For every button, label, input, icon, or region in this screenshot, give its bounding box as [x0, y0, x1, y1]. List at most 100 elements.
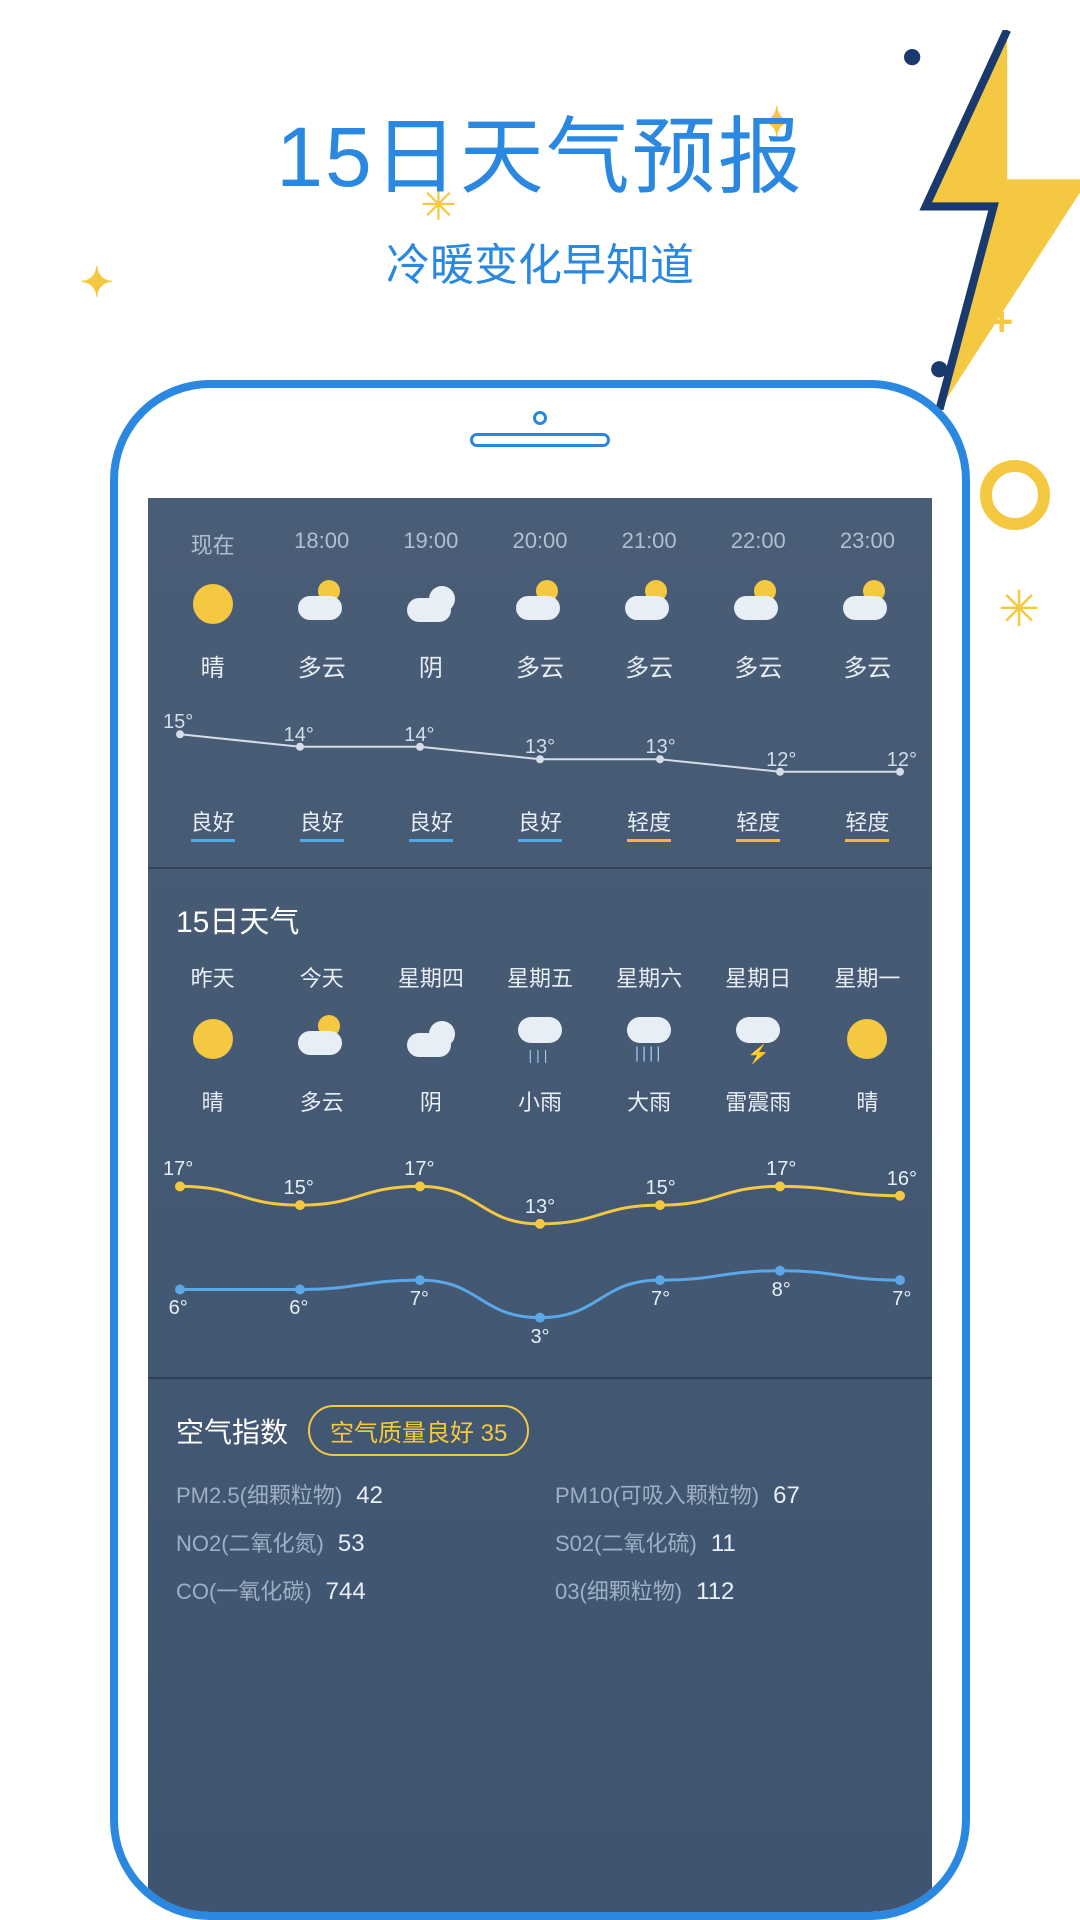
air-metric-label: CO(一氧化碳) [176, 1579, 312, 1604]
day-name: 星期四 [376, 961, 485, 993]
sunny-icon [193, 584, 233, 624]
hour-condition: 多云 [704, 648, 813, 683]
hour-time: 23:00 [813, 528, 922, 560]
hourly-forecast-section[interactable]: 现在18:0019:0020:0021:0022:0023:00 晴多云阴多云多… [148, 498, 932, 869]
day-condition: 多云 [267, 1085, 376, 1117]
day-low-label: 6° [169, 1297, 188, 1320]
air-metric-label: NO2(二氧化氮) [176, 1531, 324, 1556]
air-metric-label: 03(细颗粒物) [555, 1579, 682, 1604]
hour-aqi: 轻度 [845, 810, 889, 842]
hour-icon [376, 582, 485, 626]
plus-decoration: + [990, 300, 1030, 340]
hour-condition: 多云 [595, 648, 704, 683]
day-name: 星期一 [813, 961, 922, 993]
overcast-icon [407, 1021, 455, 1057]
promo-header: 15日天气预报 冷暖变化早知道 [0, 90, 1080, 293]
day-icon [267, 1017, 376, 1061]
day-icon [704, 1017, 813, 1061]
hour-aqi: 轻度 [627, 810, 671, 842]
air-metric-label: PM10(可吸入颗粒物) [555, 1483, 759, 1508]
phone-camera-icon [533, 411, 547, 425]
air-metric: CO(一氧化碳) 744 [176, 1574, 525, 1606]
hourly-temp-chart: 15°14°14°13°13°12°12° [148, 713, 932, 793]
air-metric: 03(细颗粒物) 112 [555, 1574, 904, 1606]
hour-temp-label: 12° [766, 749, 796, 772]
cloudy-icon [843, 588, 891, 620]
storm-icon [734, 1017, 782, 1061]
hour-aqi: 良好 [518, 810, 562, 842]
hour-condition: 晴 [158, 648, 267, 683]
air-metric-value: 112 [696, 1578, 734, 1605]
phone-speaker-icon [470, 433, 610, 447]
air-metric-value: 53 [338, 1530, 365, 1557]
day-high-label: 15° [284, 1177, 314, 1200]
day-low-label: 8° [772, 1279, 791, 1302]
page-title: 15日天气预报 [0, 90, 1080, 211]
day-condition: 晴 [158, 1085, 267, 1117]
day-low-label: 7° [410, 1288, 429, 1311]
air-metric: NO2(二氧化氮) 53 [176, 1526, 525, 1558]
air-metric: PM10(可吸入颗粒物) 67 [555, 1478, 904, 1510]
day-high-label: 16° [887, 1168, 917, 1191]
day-high-label: 15° [645, 1177, 675, 1200]
hour-icon [158, 582, 267, 626]
heavyrain-icon [625, 1017, 673, 1061]
hour-aqi: 良好 [409, 810, 453, 842]
day-low-label: 6° [289, 1297, 308, 1320]
day-condition: 雷震雨 [704, 1085, 813, 1117]
day-high-label: 13° [525, 1196, 555, 1219]
day-icon [813, 1017, 922, 1061]
day-name: 昨天 [158, 961, 267, 993]
air-quality-badge[interactable]: 空气质量良好 35 [308, 1405, 529, 1456]
hour-condition: 阴 [376, 648, 485, 683]
star-decoration: ✳ [998, 580, 1040, 638]
day-condition: 阴 [376, 1085, 485, 1117]
air-metric-value: 67 [773, 1482, 800, 1509]
hour-aqi: 轻度 [736, 810, 780, 842]
sunny-icon [193, 1019, 233, 1059]
circle-decoration [980, 460, 1050, 530]
cloudy-icon [298, 588, 346, 620]
cloudy-icon [298, 1023, 346, 1055]
day-name: 星期六 [595, 961, 704, 993]
hour-temp-label: 14° [404, 724, 434, 747]
air-metric-value: 744 [326, 1578, 366, 1605]
page-subtitle: 冷暖变化早知道 [0, 229, 1080, 293]
day-high-label: 17° [766, 1158, 796, 1181]
hour-temp-label: 15° [163, 711, 193, 734]
hour-aqi: 良好 [300, 810, 344, 842]
day-high-label: 17° [404, 1158, 434, 1181]
hour-time: 22:00 [704, 528, 813, 560]
hour-icon [485, 582, 594, 626]
day-high-label: 17° [163, 1158, 193, 1181]
day-icon [595, 1017, 704, 1061]
daily-temp-chart: 17°15°17°13°15°17°16°6°6°7°3°7°8°7° [148, 1147, 932, 1357]
hour-icon [267, 582, 376, 626]
hour-time: 21:00 [595, 528, 704, 560]
hour-time: 19:00 [376, 528, 485, 560]
overcast-icon [407, 586, 455, 622]
hour-icon [595, 582, 704, 626]
day-condition: 晴 [813, 1085, 922, 1117]
air-metric-value: 42 [356, 1482, 383, 1509]
hour-temp-label: 13° [645, 736, 675, 759]
hour-temp-label: 13° [525, 736, 555, 759]
sunny-icon [847, 1019, 887, 1059]
hour-temp-label: 14° [284, 724, 314, 747]
day-icon [376, 1017, 485, 1061]
air-metric-value: 11 [711, 1530, 736, 1557]
rain-icon [516, 1017, 564, 1061]
hour-time: 现在 [158, 528, 267, 560]
daily-title: 15日天气 [148, 897, 932, 961]
hour-condition: 多云 [813, 648, 922, 683]
day-condition: 大雨 [595, 1085, 704, 1117]
hour-icon [704, 582, 813, 626]
daily-forecast-section[interactable]: 15日天气 昨天今天星期四星期五星期六星期日星期一 晴多云阴小雨大雨雷震雨晴 1… [148, 869, 932, 1379]
air-metric: PM2.5(细颗粒物) 42 [176, 1478, 525, 1510]
day-name: 星期五 [485, 961, 594, 993]
air-quality-section[interactable]: 空气指数 空气质量良好 35 PM2.5(细颗粒物)42PM10(可吸入颗粒物)… [148, 1379, 932, 1632]
day-low-label: 7° [892, 1288, 911, 1311]
cloudy-icon [625, 588, 673, 620]
air-metric-label: PM2.5(细颗粒物) [176, 1483, 342, 1508]
day-low-label: 3° [530, 1326, 549, 1349]
